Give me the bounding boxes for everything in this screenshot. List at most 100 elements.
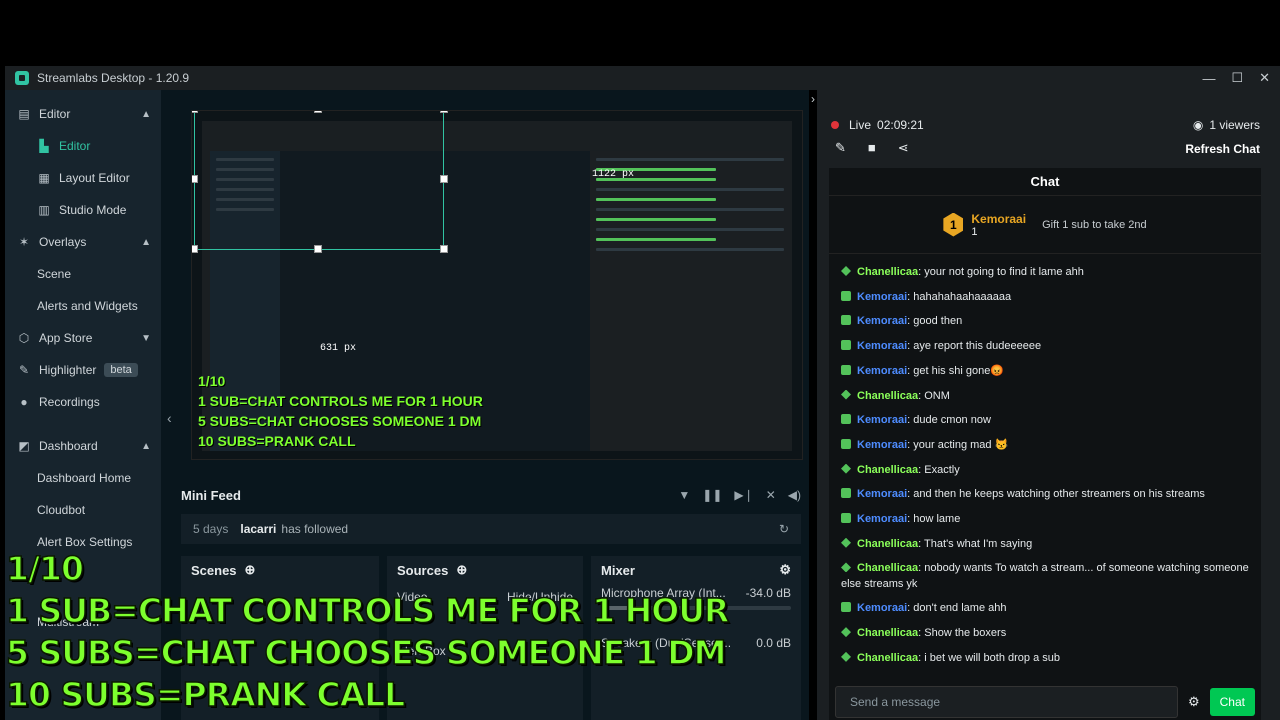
live-uptime: 02:09:21 xyxy=(877,118,924,132)
chat-message: Kemoraai: and then he keeps watching oth… xyxy=(841,482,1249,507)
streamlabs-logo-icon xyxy=(15,71,29,85)
chat-message: Chanellicaa: nobody wants To watch a str… xyxy=(841,556,1249,596)
sidebar-item-dashboard-home[interactable]: Dashboard Home xyxy=(5,462,161,494)
diamond-badge-icon xyxy=(841,266,851,276)
mute-alerts-icon[interactable]: ✕ xyxy=(766,488,776,502)
chat-username[interactable]: Kemoraai xyxy=(857,488,907,500)
mini-feed-tools: ▼ ❚❚ ▶❘ ✕ ◀) xyxy=(678,488,801,502)
chat-username[interactable]: Chanellicaa xyxy=(857,562,918,574)
resize-handle[interactable] xyxy=(192,111,198,113)
resize-handle[interactable] xyxy=(440,175,448,183)
maximize-icon[interactable]: ☐ xyxy=(1231,70,1243,86)
chat-username[interactable]: Kemoraai xyxy=(857,365,907,377)
chat-text: : good then xyxy=(907,315,963,328)
minimize-icon[interactable]: — xyxy=(1202,71,1215,86)
chat-settings-icon[interactable]: ⚙ xyxy=(1188,694,1200,710)
chat-text: : That's what I'm saying xyxy=(918,537,1033,550)
volume-icon[interactable]: ◀) xyxy=(788,488,801,502)
chat-message: Kemoraai: hahahahaahaaaaaa xyxy=(841,285,1249,310)
chat-username[interactable]: Kemoraai xyxy=(857,602,907,614)
gifter-name[interactable]: Kemoraai xyxy=(971,212,1026,226)
sidebar-section-app-store[interactable]: ⬡ App Store ▼ xyxy=(5,322,161,354)
chat-username[interactable]: Chanellicaa xyxy=(857,627,918,639)
chat-username[interactable]: Chanellicaa xyxy=(857,652,918,664)
resize-handle[interactable] xyxy=(314,245,322,253)
refresh-chat-button[interactable]: Refresh Chat xyxy=(1185,142,1260,156)
chat-username[interactable]: Chanellicaa xyxy=(857,464,918,476)
sidebar-item-scene[interactable]: Scene xyxy=(5,258,161,290)
chat-username[interactable]: Chanellicaa xyxy=(857,390,918,402)
sidebar-section-dashboard[interactable]: ◩ Dashboard ▲ xyxy=(5,430,161,462)
filter-icon[interactable]: ▼ xyxy=(678,488,690,502)
gifter-count: 1 xyxy=(971,225,978,238)
close-icon[interactable]: ✕ xyxy=(1259,70,1270,86)
chat-message: Kemoraai: good then xyxy=(841,309,1249,334)
chat-username[interactable]: Kemoraai xyxy=(857,414,907,426)
sidebar-item-label: Studio Mode xyxy=(59,203,127,217)
selection-box[interactable] xyxy=(194,111,444,250)
repeat-alert-icon[interactable]: ↻ xyxy=(779,522,789,536)
chat-message: Kemoraai: aye report this dudeeeeee xyxy=(841,334,1249,359)
diamond-badge-icon xyxy=(841,389,851,400)
sidebar-item-recordings[interactable]: ● Recordings xyxy=(5,386,161,418)
sidebar-item-highlighter[interactable]: ✎ Highlighter beta xyxy=(5,354,161,386)
subscriber-badge-icon xyxy=(841,315,851,326)
subscriber-badge-icon xyxy=(841,488,851,499)
sidebar-item-cloudbot[interactable]: Cloudbot xyxy=(5,494,161,526)
resize-handle[interactable] xyxy=(314,111,322,113)
share-icon[interactable]: ⋖ xyxy=(898,140,909,156)
chat-username[interactable]: Kemoraai xyxy=(857,291,907,303)
chat-username[interactable]: Kemoraai xyxy=(857,439,907,451)
gifter-info: Kemoraai 1 xyxy=(971,212,1026,238)
resize-handle[interactable] xyxy=(192,175,198,183)
chat-text: : dude cmon now xyxy=(907,414,991,427)
pause-icon[interactable]: ❚❚ xyxy=(702,488,722,502)
chat-text: : don't end lame ahh xyxy=(907,602,1007,615)
width-px-readout: 1122 px xyxy=(592,169,635,180)
chat-username[interactable]: Kemoraai xyxy=(857,513,907,525)
sidebar-section-editor[interactable]: ▤ Editor ▲ xyxy=(5,98,161,130)
sidebar-item-label: App Store xyxy=(39,331,93,345)
sidebar-item-label: Alerts and Widgets xyxy=(37,299,138,313)
chevron-down-icon: ▼ xyxy=(141,332,151,344)
camera-icon[interactable]: ■ xyxy=(868,140,876,156)
subscriber-badge-icon xyxy=(841,513,851,524)
stream-preview[interactable]: 1122 px 631 px 1/10 1 SUB=CHAT CONTROLS … xyxy=(191,110,803,460)
sidebar-item-studio-mode[interactable]: ▥ Studio Mode xyxy=(5,194,161,226)
chat-send-button[interactable]: Chat xyxy=(1209,688,1255,716)
chat-text: : hahahahaahaaaaaa xyxy=(907,290,1012,303)
viewer-count: ◉ 1 viewers xyxy=(1193,118,1260,132)
chat-username[interactable]: Chanellicaa xyxy=(857,538,918,550)
chevron-left-icon[interactable]: ‹ xyxy=(167,410,172,426)
event-user[interactable]: lacarri xyxy=(240,522,276,536)
chat-username[interactable]: Kemoraai xyxy=(857,315,907,327)
nested-line xyxy=(596,238,716,241)
sidebar-item-label: Editor xyxy=(39,107,71,121)
dock-tools: ✎ ■ ⋖ xyxy=(835,140,909,156)
chat-username[interactable]: Kemoraai xyxy=(857,340,907,352)
resize-handle[interactable] xyxy=(192,245,198,253)
sidebar-item-editor[interactable]: ▙ Editor xyxy=(5,130,161,162)
chat-input[interactable]: Send a message xyxy=(835,686,1178,718)
chevron-up-icon: ▲ xyxy=(141,236,151,248)
chat-message: Chanellicaa: i bet we will both drop a s… xyxy=(841,646,1249,671)
resize-handle[interactable] xyxy=(440,111,448,113)
mixer-settings-icon[interactable]: ⚙ xyxy=(779,562,791,578)
eye-icon: ◉ xyxy=(1192,118,1204,132)
sidebar-section-overlays[interactable]: ✶ Overlays ▲ xyxy=(5,226,161,258)
viewer-count-label: 1 viewers xyxy=(1209,118,1260,132)
edit-icon[interactable]: ✎ xyxy=(835,140,846,156)
diamond-badge-icon xyxy=(841,562,851,573)
resize-handle[interactable] xyxy=(440,245,448,253)
sidebar-item-layout-editor[interactable]: ▦ Layout Editor xyxy=(5,162,161,194)
chevron-right-icon[interactable]: › xyxy=(811,92,815,106)
gift-prompt: Gift 1 sub to take 2nd xyxy=(1042,218,1147,231)
sidebar-item-alerts-widgets[interactable]: Alerts and Widgets xyxy=(5,290,161,322)
chat-username[interactable]: Chanellicaa xyxy=(857,266,918,278)
chevron-up-icon: ▲ xyxy=(141,440,151,452)
mixer-db: -34.0 dB xyxy=(745,586,791,600)
skip-icon[interactable]: ▶❘ xyxy=(734,488,753,502)
subscriber-badge-icon xyxy=(841,414,851,425)
live-status: Live 02:09:21 xyxy=(831,118,924,132)
